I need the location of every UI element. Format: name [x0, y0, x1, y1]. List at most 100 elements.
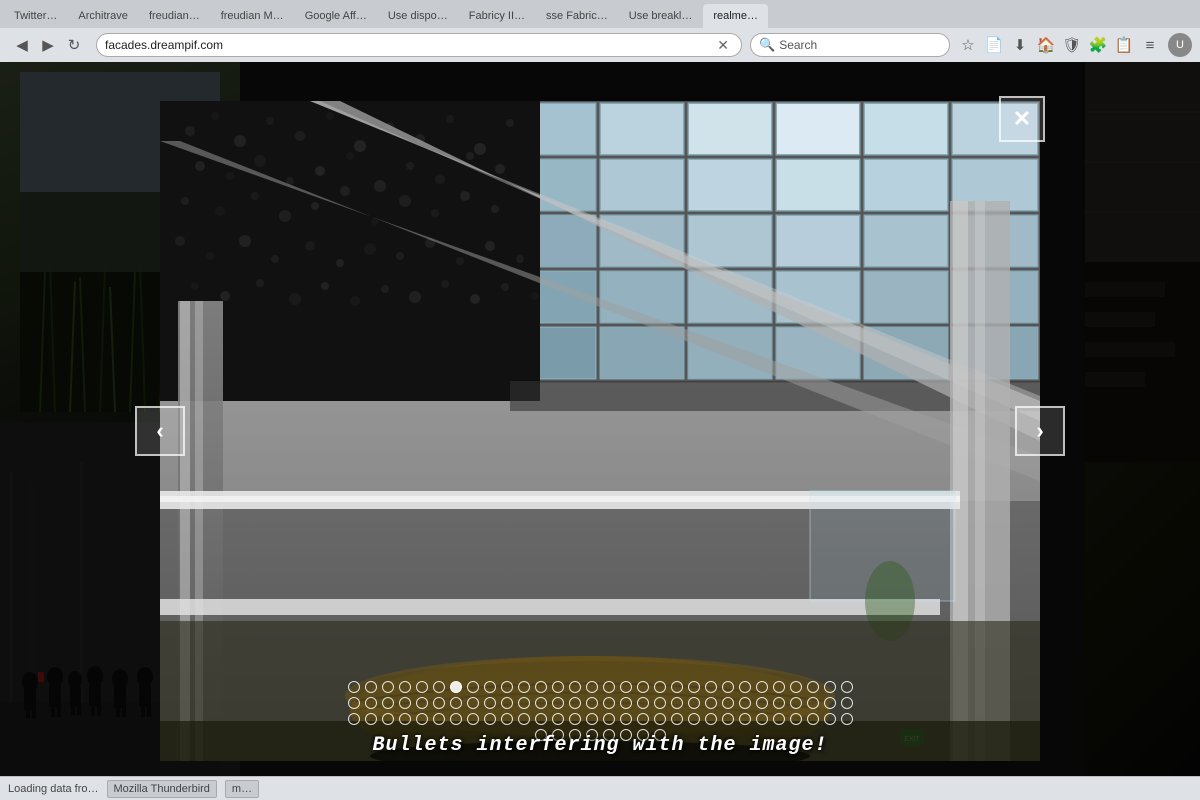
tab-fabricy[interactable]: Fabricy II…: [459, 4, 535, 28]
bullet-dot[interactable]: [807, 681, 819, 693]
bullet-dot[interactable]: [501, 681, 513, 693]
bullet-dot[interactable]: [671, 713, 683, 725]
privacy-icon[interactable]: 🛡: [1062, 35, 1082, 55]
bullet-dot[interactable]: [484, 713, 496, 725]
bullet-dot[interactable]: [433, 681, 445, 693]
bullet-dot[interactable]: [756, 681, 768, 693]
bullet-dot[interactable]: [654, 697, 666, 709]
bullet-dot[interactable]: [416, 713, 428, 725]
bullet-dot[interactable]: [824, 681, 836, 693]
bullet-dot[interactable]: [722, 697, 734, 709]
bullet-dot[interactable]: [620, 681, 632, 693]
bullet-dot[interactable]: [569, 697, 581, 709]
bullet-dot[interactable]: [552, 713, 564, 725]
bullet-dot[interactable]: [348, 681, 360, 693]
bullet-dot[interactable]: [637, 713, 649, 725]
bullet-dot[interactable]: [586, 681, 598, 693]
forward-button[interactable]: ▶: [38, 35, 58, 55]
bullet-dot[interactable]: [620, 713, 632, 725]
bullet-dot[interactable]: [620, 697, 632, 709]
tab-freudian-m[interactable]: freudian M…: [211, 4, 294, 28]
bullet-dot[interactable]: [603, 697, 615, 709]
bullet-dot[interactable]: [586, 697, 598, 709]
tab-architrave[interactable]: Architrave: [68, 4, 138, 28]
bullet-dot[interactable]: [841, 697, 853, 709]
bullet-dot[interactable]: [722, 713, 734, 725]
url-close-icon[interactable]: ✕: [713, 37, 733, 54]
bullet-dot[interactable]: [688, 713, 700, 725]
bullet-dot[interactable]: [382, 681, 394, 693]
bullet-dot[interactable]: [416, 681, 428, 693]
bullet-dot[interactable]: [450, 681, 462, 693]
bullet-dot[interactable]: [722, 681, 734, 693]
bullet-dot[interactable]: [688, 697, 700, 709]
bullet-dot[interactable]: [484, 697, 496, 709]
bullet-dot[interactable]: [535, 697, 547, 709]
bullet-dot[interactable]: [484, 681, 496, 693]
prev-button[interactable]: ‹: [135, 406, 185, 456]
bullet-dot[interactable]: [518, 713, 530, 725]
bullet-dot[interactable]: [518, 681, 530, 693]
more-icon[interactable]: ≡: [1140, 35, 1160, 55]
taskbar-item[interactable]: m…: [225, 780, 259, 798]
bullet-dot[interactable]: [535, 681, 547, 693]
bullet-dot[interactable]: [467, 681, 479, 693]
bullet-dot[interactable]: [382, 697, 394, 709]
bullet-dot[interactable]: [433, 713, 445, 725]
bullet-dot[interactable]: [654, 713, 666, 725]
tab-breakl[interactable]: Use breakl…: [619, 4, 703, 28]
bullet-dot[interactable]: [399, 681, 411, 693]
bullet-dot[interactable]: [671, 697, 683, 709]
bullet-dot[interactable]: [348, 713, 360, 725]
bullet-dot[interactable]: [467, 697, 479, 709]
taskbar-thunderbird[interactable]: Mozilla Thunderbird: [107, 780, 217, 798]
bullet-dot[interactable]: [671, 681, 683, 693]
bullet-dot[interactable]: [399, 697, 411, 709]
home-icon[interactable]: 🏠: [1036, 35, 1056, 55]
bullet-dot[interactable]: [756, 697, 768, 709]
tab-google-aff[interactable]: Google Aff…: [295, 4, 377, 28]
download-icon[interactable]: ⬇: [1010, 35, 1030, 55]
tab-realme[interactable]: realme…: [703, 4, 768, 28]
bullet-dot[interactable]: [518, 697, 530, 709]
bullet-dot[interactable]: [450, 697, 462, 709]
bullet-dot[interactable]: [739, 713, 751, 725]
close-button[interactable]: ✕: [999, 96, 1045, 142]
bullet-dot[interactable]: [569, 713, 581, 725]
bullet-dot[interactable]: [739, 697, 751, 709]
bookmark-star-icon[interactable]: ☆: [958, 35, 978, 55]
bullet-dot[interactable]: [552, 697, 564, 709]
bullet-dot[interactable]: [841, 681, 853, 693]
bullet-dot[interactable]: [433, 697, 445, 709]
bullet-dot[interactable]: [603, 713, 615, 725]
bullet-dot[interactable]: [705, 697, 717, 709]
bullet-dot[interactable]: [637, 697, 649, 709]
addon-icon[interactable]: 🧩: [1088, 35, 1108, 55]
tab-twitter[interactable]: Twitter…: [4, 4, 67, 28]
bullet-dot[interactable]: [467, 713, 479, 725]
bullet-dot[interactable]: [586, 713, 598, 725]
tab-sse-fabric[interactable]: sse Fabric…: [536, 4, 618, 28]
bullet-dot[interactable]: [603, 681, 615, 693]
bullet-dot[interactable]: [824, 697, 836, 709]
bullet-dot[interactable]: [501, 697, 513, 709]
reload-button[interactable]: ↻: [64, 35, 84, 55]
bullet-dot[interactable]: [637, 681, 649, 693]
bullet-dot[interactable]: [688, 681, 700, 693]
bullet-dot[interactable]: [654, 681, 666, 693]
tab-use-dispo[interactable]: Use dispo…: [378, 4, 458, 28]
bullet-dot[interactable]: [824, 713, 836, 725]
bullet-dot[interactable]: [416, 697, 428, 709]
next-button[interactable]: ›: [1015, 406, 1065, 456]
bullet-dot[interactable]: [790, 713, 802, 725]
bullet-dot[interactable]: [756, 713, 768, 725]
bullet-dot[interactable]: [552, 681, 564, 693]
bullet-dot[interactable]: [501, 713, 513, 725]
back-button[interactable]: ◀: [12, 35, 32, 55]
bullet-dot[interactable]: [365, 681, 377, 693]
bullet-dot[interactable]: [705, 681, 717, 693]
bullet-dot[interactable]: [773, 713, 785, 725]
search-bar[interactable]: 🔍 Search: [750, 33, 950, 57]
url-bar[interactable]: facades.dreampif.com ✕: [96, 33, 742, 57]
bullet-dot[interactable]: [348, 697, 360, 709]
